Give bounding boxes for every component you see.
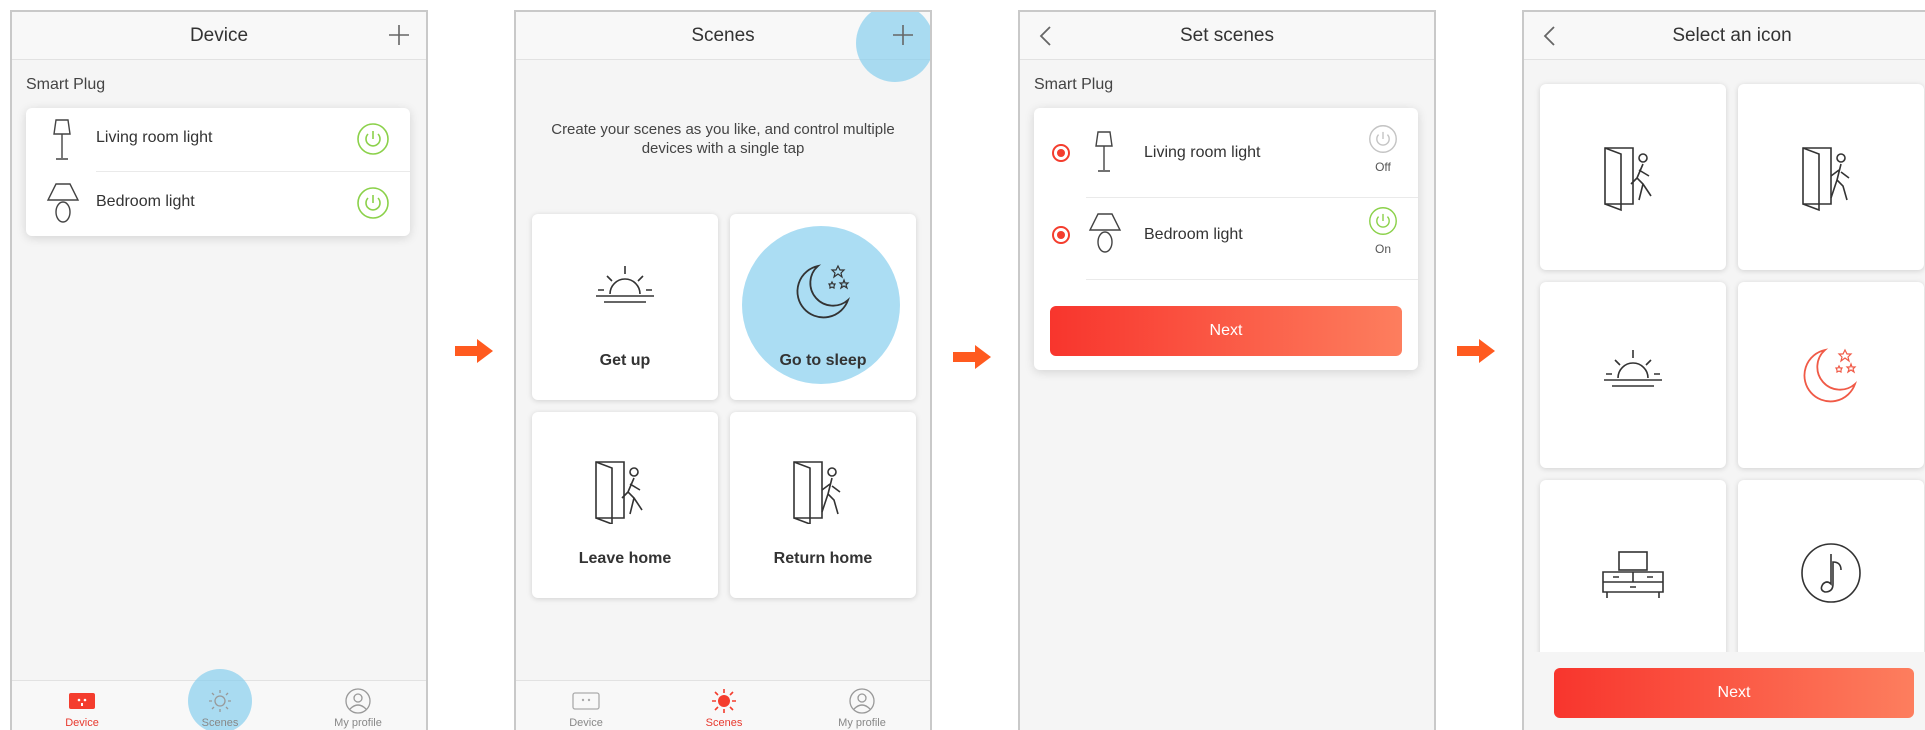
tab-my-profile[interactable]: My profile — [318, 687, 398, 729]
page-title: Set scenes — [1180, 25, 1274, 46]
tab-bar: Device Scenes My profile — [12, 669, 426, 730]
tv-cabinet-icon — [1602, 551, 1664, 598]
tab-label: Scenes — [705, 717, 743, 729]
profile-icon — [849, 688, 875, 714]
select-radio[interactable] — [1052, 226, 1070, 244]
table-lamp-icon — [1088, 213, 1122, 253]
device-name: Bedroom light — [1144, 226, 1243, 243]
tab-device[interactable]: Device — [42, 687, 122, 729]
device-row-bedroom[interactable]: Bedroom light — [26, 172, 410, 234]
device-name: Living room light — [96, 129, 213, 146]
return-home-icon — [1802, 147, 1850, 212]
next-button[interactable]: Next — [1554, 668, 1914, 718]
tab-bar: Device Scenes My profile — [516, 680, 930, 730]
scene-tile-get-up[interactable]: Get up — [532, 214, 718, 400]
header: Device — [12, 12, 426, 60]
device-name: Living room light — [1144, 144, 1261, 161]
music-note-icon — [1801, 543, 1861, 603]
tab-my-profile[interactable]: My profile — [822, 687, 902, 729]
set-scenes-screen: Set scenes Smart Plug Living room light … — [1018, 10, 1436, 730]
scene-label: Go to sleep — [779, 352, 867, 369]
scene-device-row-bedroom[interactable]: Bedroom light On — [1034, 198, 1418, 272]
header: Scenes — [516, 12, 930, 82]
tab-label: Device — [65, 717, 99, 729]
leave-home-icon — [595, 461, 643, 524]
scene-tile-leave-home[interactable]: Leave home — [532, 412, 718, 598]
add-icon[interactable] — [386, 22, 412, 48]
section-label: Smart Plug — [1034, 76, 1114, 93]
scenes-description: Create your scenes as you like, and cont… — [551, 121, 895, 157]
arrow-right-icon — [1457, 339, 1495, 363]
scene-device-card: Living room light Off Bedroom light On N… — [1034, 108, 1418, 370]
select-icon-screen: Select an icon Next — [1522, 10, 1925, 730]
power-on-icon[interactable] — [1368, 206, 1398, 236]
sun-icon — [712, 689, 736, 713]
device-row-living-room[interactable]: Living room light — [26, 108, 410, 170]
moon-stars-icon — [796, 264, 850, 319]
scenes-screen: Scenes Create your scenes as you like, a… — [514, 10, 932, 730]
tab-label: My profile — [334, 717, 382, 729]
moon-stars-icon — [1803, 348, 1857, 403]
device-screen: Device Smart Plug Living room light Bedr… — [10, 10, 428, 730]
power-off-icon[interactable] — [1368, 124, 1398, 154]
profile-icon — [345, 688, 371, 714]
floor-lamp-icon — [1095, 131, 1113, 172]
sunrise-icon — [596, 266, 654, 303]
plug-icon — [572, 692, 600, 710]
header: Set scenes — [1020, 12, 1434, 60]
icon-option-moon[interactable] — [1738, 282, 1924, 468]
power-status: On — [1374, 242, 1391, 256]
add-icon[interactable] — [890, 22, 916, 48]
header: Select an icon — [1524, 12, 1925, 60]
power-status: Off — [1375, 160, 1391, 174]
select-radio[interactable] — [1052, 144, 1070, 162]
leave-home-icon — [1604, 147, 1652, 212]
arrow-right-icon — [455, 339, 493, 363]
row-divider — [1086, 279, 1418, 280]
plug-icon — [69, 693, 95, 709]
table-lamp-icon — [46, 183, 80, 223]
tab-label: Device — [569, 717, 603, 729]
footer: Next — [1524, 652, 1925, 730]
tab-device[interactable]: Device — [546, 687, 626, 729]
return-home-icon — [793, 461, 841, 524]
power-on-icon[interactable] — [356, 122, 390, 156]
device-name: Bedroom light — [96, 193, 195, 210]
icon-option-return-home[interactable] — [1738, 84, 1924, 270]
icon-option-leave-home[interactable] — [1540, 84, 1726, 270]
scene-device-row-living-room[interactable]: Living room light Off — [1034, 116, 1418, 190]
floor-lamp-icon — [53, 119, 71, 160]
icon-option-tv-cabinet[interactable] — [1540, 480, 1726, 666]
section-label: Smart Plug — [26, 76, 106, 93]
scene-label: Leave home — [578, 550, 672, 567]
sun-icon — [209, 690, 231, 712]
scene-label: Return home — [773, 550, 873, 567]
tab-label: My profile — [838, 717, 886, 729]
page-title: Select an icon — [1672, 25, 1792, 46]
scene-tile-go-to-sleep[interactable]: Go to sleep — [730, 214, 916, 400]
page-title: Device — [189, 25, 249, 46]
sunrise-icon — [1604, 350, 1662, 387]
tab-scenes[interactable]: Scenes — [684, 687, 764, 729]
tab-scenes[interactable]: Scenes — [180, 687, 260, 729]
tab-label: Scenes — [201, 717, 239, 729]
scene-label: Get up — [599, 352, 651, 369]
icon-option-sunrise[interactable] — [1540, 282, 1726, 468]
next-button[interactable]: Next — [1050, 306, 1402, 356]
scene-tile-return-home[interactable]: Return home — [730, 412, 916, 598]
power-on-icon[interactable] — [356, 186, 390, 220]
arrow-right-icon — [953, 345, 991, 369]
device-list: Living room light Bedroom light — [26, 108, 410, 236]
icon-option-music[interactable] — [1738, 480, 1924, 666]
